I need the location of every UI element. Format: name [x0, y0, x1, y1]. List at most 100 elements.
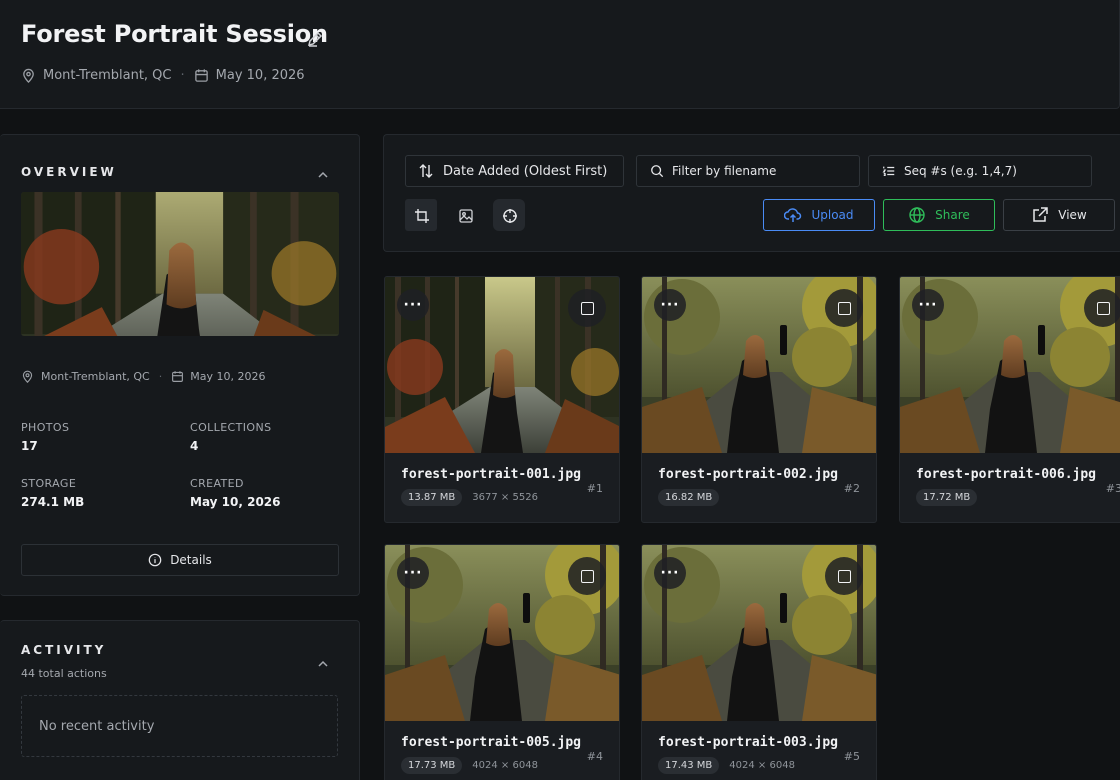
header-location: Mont-Tremblant, QC [43, 68, 172, 83]
page-title: Forest Portrait Session [21, 20, 328, 48]
stat-label: COLLECTIONS [190, 421, 272, 434]
photo-filename: forest-portrait-002.jpg [658, 467, 839, 482]
photo-dimensions: 4024 × 6048 [472, 760, 538, 771]
stat-label: CREATED [190, 477, 244, 490]
overview-meta: Mont-Tremblant, QC · May 10, 2026 [21, 370, 265, 383]
gallery-toolbar: Date Added (Oldest First) Filter by file… [383, 134, 1120, 252]
file-size-badge: 16.82 MB [658, 489, 720, 506]
stat-photos: PHOTOS 17 [21, 421, 69, 453]
more-options-button[interactable]: ··· [654, 289, 686, 321]
sort-icon [418, 163, 434, 179]
more-options-button[interactable]: ··· [397, 557, 429, 589]
overview-location: Mont-Tremblant, QC [41, 370, 150, 383]
globe-icon [908, 206, 926, 224]
numbered-list-icon [882, 164, 896, 178]
photo-card[interactable]: ··· forest-portrait-001.jpg 13.87 MB 3677… [384, 276, 620, 523]
stat-storage: STORAGE 274.1 MB [21, 477, 84, 509]
select-checkbox[interactable] [825, 557, 863, 595]
location-pin-icon [21, 370, 34, 383]
sequence-filter-input[interactable]: Seq #s (e.g. 1,4,7) [868, 155, 1092, 187]
stat-label: PHOTOS [21, 421, 70, 434]
header-meta: Mont-Tremblant, QC · May 10, 2026 [21, 68, 305, 83]
share-button[interactable]: Share [883, 199, 995, 231]
checkbox-icon [580, 569, 594, 583]
photo-filename: forest-portrait-006.jpg [916, 467, 1097, 482]
photo-card[interactable]: ··· forest-portrait-002.jpg 16.82 MB #2 [641, 276, 877, 523]
search-icon [650, 164, 664, 178]
crop-icon [414, 208, 429, 223]
checkbox-icon [1096, 301, 1110, 315]
seq-placeholder: Seq #s (e.g. 1,4,7) [904, 164, 1017, 178]
more-options-button[interactable]: ··· [654, 557, 686, 589]
sequence-number: #5 [843, 750, 860, 763]
crop-tool-button[interactable] [405, 199, 437, 231]
sequence-number: #2 [843, 482, 860, 495]
stat-value: 17 [21, 439, 38, 453]
photo-filename: forest-portrait-003.jpg [658, 735, 839, 750]
image-icon [458, 208, 473, 223]
separator-dot: · [158, 370, 163, 383]
info-icon [148, 553, 162, 567]
crosshair-icon [502, 208, 517, 223]
sequence-number: #1 [586, 482, 603, 495]
photo-card[interactable]: ··· forest-portrait-003.jpg 17.43 MB 4024… [641, 544, 877, 780]
details-button[interactable]: Details [21, 544, 339, 576]
file-size-badge: 17.73 MB [401, 757, 463, 774]
stat-value: 274.1 MB [21, 495, 85, 509]
chevron-up-icon[interactable] [317, 655, 329, 667]
cloud-upload-icon [784, 206, 802, 224]
sequence-number: #4 [586, 750, 603, 763]
external-link-icon [1031, 206, 1049, 224]
cover-image [21, 192, 339, 336]
share-label: Share [935, 208, 970, 222]
select-checkbox[interactable] [1084, 289, 1120, 327]
sequence-number: #3 [1105, 482, 1120, 495]
file-size-badge: 13.87 MB [401, 489, 463, 506]
stat-created: CREATED May 10, 2026 [190, 477, 281, 509]
sort-select[interactable]: Date Added (Oldest First) [405, 155, 624, 187]
details-label: Details [170, 553, 212, 567]
more-options-button[interactable]: ··· [397, 289, 429, 321]
overview-panel: OVERVIEW Mont-Tremblant, QC · May 10, 20… [0, 134, 360, 596]
stat-label: STORAGE [21, 477, 77, 490]
file-size-badge: 17.43 MB [658, 757, 720, 774]
select-checkbox[interactable] [568, 289, 606, 327]
checkbox-icon [837, 569, 851, 583]
photo-filename: forest-portrait-001.jpg [401, 467, 582, 482]
stat-value: 4 [190, 439, 199, 453]
more-options-button[interactable]: ··· [912, 289, 944, 321]
ellipsis-icon: ··· [403, 297, 423, 313]
location-pin-icon [21, 68, 36, 83]
filename-filter-input[interactable]: Filter by filename [636, 155, 860, 187]
calendar-icon [194, 68, 209, 83]
image-tool-button[interactable] [449, 199, 481, 231]
select-checkbox[interactable] [825, 289, 863, 327]
ellipsis-icon: ··· [660, 297, 680, 313]
photo-card[interactable]: ··· forest-portrait-005.jpg 17.73 MB 4024… [384, 544, 620, 780]
view-button[interactable]: View [1003, 199, 1115, 231]
ellipsis-icon: ··· [660, 565, 680, 581]
gallery-header: Forest Portrait Session Mont-Tremblant, … [0, 0, 1120, 109]
overview-date: May 10, 2026 [190, 370, 266, 383]
view-label: View [1058, 208, 1087, 222]
upload-button[interactable]: Upload [763, 199, 875, 231]
photo-filename: forest-portrait-005.jpg [401, 735, 582, 750]
upload-label: Upload [811, 208, 854, 222]
separator-dot: · [180, 68, 185, 83]
edit-title-icon[interactable] [306, 30, 324, 48]
calendar-icon [171, 370, 184, 383]
photo-card[interactable]: ··· forest-portrait-006.jpg 17.72 MB #3 [899, 276, 1120, 523]
sort-label: Date Added (Oldest First) [443, 163, 608, 179]
chevron-up-icon[interactable] [317, 166, 329, 178]
stat-value: May 10, 2026 [190, 495, 281, 509]
activity-title: ACTIVITY [21, 643, 107, 657]
focus-tool-button[interactable] [493, 199, 525, 231]
filter-placeholder: Filter by filename [672, 164, 777, 178]
select-checkbox[interactable] [568, 557, 606, 595]
stat-collections: COLLECTIONS 4 [190, 421, 271, 453]
file-size-badge: 17.72 MB [916, 489, 978, 506]
ellipsis-icon: ··· [403, 565, 423, 581]
activity-count: 44 total actions [21, 667, 107, 680]
checkbox-icon [837, 301, 851, 315]
photo-dimensions: 3677 × 5526 [472, 492, 538, 503]
